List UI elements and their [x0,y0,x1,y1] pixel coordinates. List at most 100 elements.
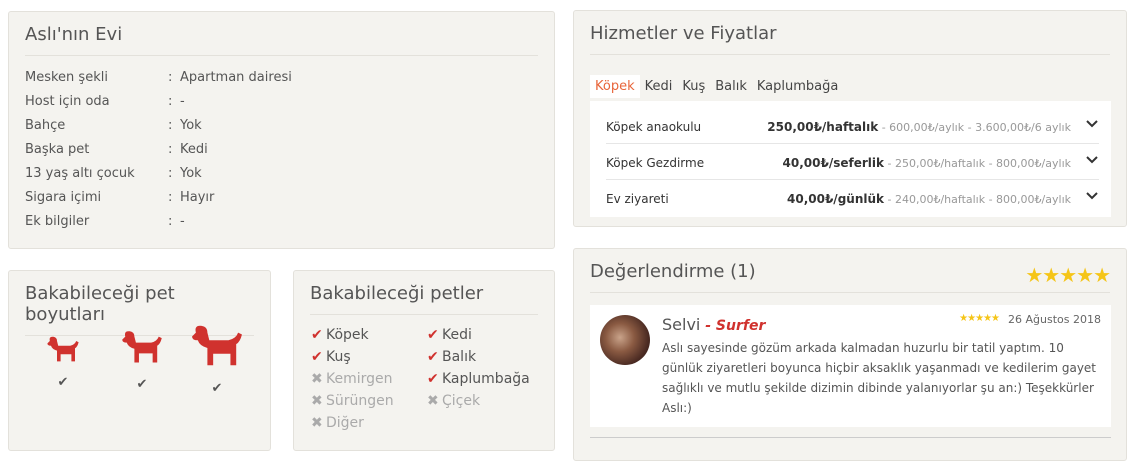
house-row-key: Başka pet [25,142,90,157]
size-check-icon: ✔ [211,381,223,396]
tab-kopek[interactable]: Köpek [590,75,640,98]
service-price: 40,00₺/günlük - 240,00₺/haftalık - 800,0… [787,192,1071,206]
house-row: Ek bilgiler : - [25,210,538,234]
reviewer-dash: - [700,318,716,334]
pet-item-kemirgen: ✖ Kemirgen [311,371,393,387]
house-row-value: Kedi [180,142,208,157]
cross-icon: ✖ [311,393,323,409]
house-row: Bahçe : Yok [25,114,538,138]
medium-dog-icon [122,331,162,363]
pet-label: Kaplumbağa [442,371,530,387]
pet-sizes-row: ✔ ✔ ✔ [9,323,270,423]
pets-card: Bakabileceği petler ✔ Köpek ✔ Kedi ✔ Kuş ✔ B… [293,270,555,451]
house-row-separator: : [168,142,173,157]
tab-kus[interactable]: Kuş [677,75,710,98]
tab-kedi[interactable]: Kedi [640,75,678,98]
service-other-prices: - 240,00₺/haftalık - 800,00₺/aylık [884,193,1072,206]
small-dog-icon [47,336,79,362]
overall-rating-stars: ★★★★★ [1025,263,1111,287]
reviewer-badge: Surfer [715,318,766,334]
house-row-value: - [180,214,185,229]
house-row-separator: : [168,70,173,85]
house-row: Mesken şekli : Apartman dairesi [25,66,538,90]
pet-label: Kuş [326,349,351,365]
service-name: Köpek anaokulu [606,120,702,134]
house-row-separator: : [168,166,173,181]
house-row-key: Mesken şekli [25,70,108,85]
service-main-price: 40,00₺/seferlik [782,156,885,170]
review-item: Selvi - Surfer ★★★★★ 26 Ağustos 2018 Asl… [590,305,1111,427]
reviews-card: Değerlendirme (1) ★★★★★ Selvi - Surfer ★… [573,248,1127,461]
service-other-prices: - 600,00₺/aylık - 3.600,00₺/6 aylık [878,121,1071,134]
cross-icon: ✖ [311,371,323,387]
pet-label: Köpek [326,327,369,343]
house-row-separator: : [168,94,173,109]
avatar[interactable] [600,315,650,365]
service-other-prices: - 250,00₺/haftalık - 800,00₺/aylık [884,157,1072,170]
house-row-separator: : [168,118,173,133]
pet-item-balik: ✔ Balık [427,349,476,365]
house-row-separator: : [168,214,173,229]
pet-label: Kedi [442,327,472,343]
pet-label: Kemirgen [326,371,393,387]
review-date: 26 Ağustos 2018 [1008,313,1101,326]
service-row[interactable]: Köpek Gezdirme 40,00₺/seferlik - 250,00₺… [606,145,1099,180]
pet-sizes-card: Bakabileceği pet boyutları ✔ ✔ ✔ [8,270,271,451]
house-row-value: Hayır [180,190,215,205]
pet-item-cicek: ✖ Çiçek [427,393,480,409]
pet-item-surungen: ✖ Sürüngen [311,393,394,409]
pet-label: Diğer [326,415,364,431]
cross-icon: ✖ [311,415,323,431]
house-row: Sigara içimi : Hayır [25,186,538,210]
service-row[interactable]: Köpek anaokulu 250,00₺/haftalık - 600,00… [606,109,1099,144]
tab-balik[interactable]: Balık [710,75,752,98]
house-row-value: - [180,94,185,109]
pet-item-diger: ✖ Diğer [311,415,364,431]
service-price: 40,00₺/seferlik - 250,00₺/haftalık - 800… [783,156,1071,170]
house-row: Host için oda : - [25,90,538,114]
pet-label: Sürüngen [326,393,394,409]
service-price: 250,00₺/haftalık - 600,00₺/aylık - 3.600… [767,120,1071,134]
pet-type-tabs: Köpek Kedi Kuş Balık Kaplumbağa [590,75,843,98]
pet-label: Çiçek [442,393,481,409]
chevron-down-icon[interactable] [1085,153,1099,167]
pet-label: Balık [442,349,477,365]
house-row: 13 yaş altı çocuk : Yok [25,162,538,186]
reviewer-name[interactable]: Selvi [662,315,700,334]
house-row-key: 13 yaş altı çocuk [25,166,135,181]
house-row: Başka pet : Kedi [25,138,538,162]
service-name: Ev ziyareti [606,192,669,206]
house-row-key: Ek bilgiler [25,214,90,229]
check-icon: ✔ [427,327,439,343]
service-main-price: 250,00₺/haftalık [767,120,879,134]
size-medium: ✔ [114,329,170,392]
size-check-icon: ✔ [57,375,69,390]
services-card: Hizmetler ve Fiyatlar Köpek Kedi Kuş Bal… [573,10,1127,227]
pet-item-kedi: ✔ Kedi [427,327,472,343]
large-dog-icon [192,325,242,366]
service-row[interactable]: Ev ziyareti 40,00₺/günlük - 240,00₺/haft… [606,181,1099,216]
size-check-icon: ✔ [136,377,148,392]
pet-item-kaplumbaga: ✔ Kaplumbağa [427,371,530,387]
house-row-key: Bahçe [25,118,66,133]
chevron-down-icon[interactable] [1085,189,1099,203]
cross-icon: ✖ [427,393,439,409]
check-icon: ✔ [311,327,323,343]
house-info-list: Mesken şekli : Apartman dairesi Host içi… [9,56,554,234]
house-row-separator: : [168,190,173,205]
pet-item-kopek: ✔ Köpek [311,327,369,343]
pet-item-kus: ✔ Kuş [311,349,351,365]
reviewer-name-line: Selvi - Surfer [662,315,765,334]
service-main-price: 40,00₺/günlük [787,192,885,206]
services-title: Hizmetler ve Fiyatlar [590,11,1110,55]
chevron-down-icon[interactable] [1085,117,1099,131]
house-row-key: Sigara içimi [25,190,102,205]
pets-title: Bakabileceği petler [310,271,538,315]
house-title: Aslı'nın Evi [25,12,538,56]
house-row-value: Yok [180,166,202,181]
services-list: Köpek anaokulu 250,00₺/haftalık - 600,00… [590,101,1111,217]
size-large: ✔ [185,323,249,396]
tab-kaplumbaga[interactable]: Kaplumbağa [752,75,843,98]
house-row-key: Host için oda [25,94,110,109]
service-name: Köpek Gezdirme [606,156,705,170]
